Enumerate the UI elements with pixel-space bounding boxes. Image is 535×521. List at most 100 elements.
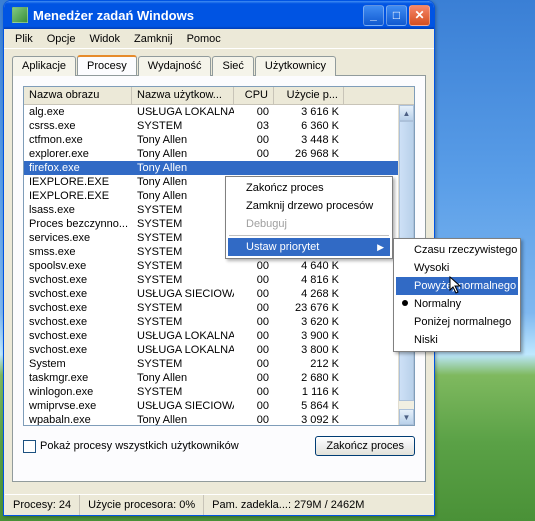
cell-user: Tony Allen <box>132 147 234 161</box>
col-user[interactable]: Nazwa użytkow... <box>132 87 234 104</box>
close-button[interactable]: ✕ <box>409 5 430 26</box>
prio-normal[interactable]: Normalny <box>396 295 518 313</box>
cell-user: SYSTEM <box>132 315 234 329</box>
cell-user: SYSTEM <box>132 357 234 371</box>
table-row[interactable]: alg.exeUSŁUGA LOKALNA003 616 K <box>24 105 414 119</box>
table-row[interactable]: ctfmon.exeTony Allen003 448 K <box>24 133 414 147</box>
cell-name: taskmgr.exe <box>24 371 132 385</box>
cell-user: Tony Allen <box>132 161 234 175</box>
table-row[interactable]: winlogon.exeSYSTEM001 116 K <box>24 385 414 399</box>
cell-name: csrss.exe <box>24 119 132 133</box>
cell-user: Tony Allen <box>132 133 234 147</box>
cell-name: spoolsv.exe <box>24 259 132 273</box>
cell-user: SYSTEM <box>132 385 234 399</box>
scroll-up-button[interactable]: ▲ <box>399 105 414 121</box>
table-row[interactable]: svchost.exeUSŁUGA LOKALNA003 800 K <box>24 343 414 357</box>
cell-cpu: 00 <box>234 105 274 119</box>
cell-name: svchost.exe <box>24 273 132 287</box>
cell-name: wpabaln.exe <box>24 413 132 426</box>
app-icon <box>12 7 28 23</box>
cell-mem: 212 K <box>274 357 344 371</box>
table-row[interactable]: firefox.exeTony Allen <box>24 161 414 175</box>
window-title: Menedżer zadań Windows <box>33 8 361 23</box>
menu-file[interactable]: Plik <box>8 31 40 47</box>
maximize-button[interactable]: □ <box>386 5 407 26</box>
tab-applications[interactable]: Aplikacje <box>12 56 76 76</box>
col-cpu[interactable]: CPU <box>234 87 274 104</box>
minimize-button[interactable]: _ <box>363 5 384 26</box>
cell-cpu: 00 <box>234 399 274 413</box>
table-row[interactable]: SystemSYSTEM00212 K <box>24 357 414 371</box>
col-image-name[interactable]: Nazwa obrazu <box>24 87 132 104</box>
cell-mem: 3 620 K <box>274 315 344 329</box>
menu-view[interactable]: Widok <box>82 31 127 47</box>
prio-high[interactable]: Wysoki <box>396 259 518 277</box>
show-all-users-label: Pokaż procesy wszystkich użytkowników <box>40 440 239 452</box>
table-row[interactable]: svchost.exeUSŁUGA LOKALNA003 900 K <box>24 329 414 343</box>
cell-user: Tony Allen <box>132 175 234 189</box>
table-row[interactable]: svchost.exeSYSTEM0023 676 K <box>24 301 414 315</box>
show-all-users-row[interactable]: Pokaż procesy wszystkich użytkowników <box>23 440 239 453</box>
cell-name: alg.exe <box>24 105 132 119</box>
menu-help[interactable]: Pomoc <box>180 31 228 47</box>
titlebar[interactable]: Menedżer zadań Windows _ □ ✕ <box>4 1 434 29</box>
cell-user: Tony Allen <box>132 189 234 203</box>
scroll-down-button[interactable]: ▼ <box>399 409 414 425</box>
cell-cpu: 00 <box>234 301 274 315</box>
prio-realtime[interactable]: Czasu rzeczywistego <box>396 241 518 259</box>
table-row[interactable]: svchost.exeUSŁUGA SIECIOWA004 268 K <box>24 287 414 301</box>
cell-cpu: 00 <box>234 329 274 343</box>
table-row[interactable]: svchost.exeSYSTEM004 816 K <box>24 273 414 287</box>
cell-name: ctfmon.exe <box>24 133 132 147</box>
cell-name: svchost.exe <box>24 315 132 329</box>
cell-name: svchost.exe <box>24 287 132 301</box>
end-process-button[interactable]: Zakończ proces <box>315 436 415 456</box>
cell-name: explorer.exe <box>24 147 132 161</box>
cell-user: Tony Allen <box>132 413 234 426</box>
cell-mem: 4 816 K <box>274 273 344 287</box>
cell-user: SYSTEM <box>132 301 234 315</box>
menu-options[interactable]: Opcje <box>40 31 83 47</box>
tab-network[interactable]: Sieć <box>212 56 253 76</box>
cell-cpu: 00 <box>234 343 274 357</box>
cell-cpu <box>234 161 274 175</box>
cell-name: IEXPLORE.EXE <box>24 189 132 203</box>
cell-user: Tony Allen <box>132 371 234 385</box>
cell-cpu: 00 <box>234 287 274 301</box>
ctx-set-priority[interactable]: Ustaw priorytet ▶ <box>228 238 390 256</box>
prio-below-normal[interactable]: Poniżej normalnego <box>396 313 518 331</box>
prio-low[interactable]: Niski <box>396 331 518 349</box>
tab-performance[interactable]: Wydajność <box>138 56 212 76</box>
cell-user: SYSTEM <box>132 203 234 217</box>
table-row[interactable]: svchost.exeSYSTEM003 620 K <box>24 315 414 329</box>
cell-user: USŁUGA LOKALNA <box>132 329 234 343</box>
ctx-end-process[interactable]: Zakończ proces <box>228 179 390 197</box>
show-all-users-checkbox[interactable] <box>23 440 36 453</box>
table-row[interactable]: taskmgr.exeTony Allen002 680 K <box>24 371 414 385</box>
prio-above-normal[interactable]: Powyżej normalnego <box>396 277 518 295</box>
cell-cpu: 00 <box>234 273 274 287</box>
tab-users[interactable]: Użytkownicy <box>255 56 336 76</box>
cell-cpu: 00 <box>234 315 274 329</box>
cell-name: svchost.exe <box>24 329 132 343</box>
cell-mem: 3 616 K <box>274 105 344 119</box>
ctx-separator <box>229 235 389 236</box>
table-row[interactable]: wpabaln.exeTony Allen003 092 K <box>24 413 414 426</box>
statusbar: Procesy: 24 Użycie procesora: 0% Pam. za… <box>5 494 433 515</box>
cell-mem: 26 968 K <box>274 147 344 161</box>
ctx-end-tree[interactable]: Zamknij drzewo procesów <box>228 197 390 215</box>
col-mem[interactable]: Użycie p... <box>274 87 344 104</box>
cell-name: lsass.exe <box>24 203 132 217</box>
cell-mem: 23 676 K <box>274 301 344 315</box>
tab-processes[interactable]: Procesy <box>77 55 137 75</box>
menu-close[interactable]: Zamknij <box>127 31 180 47</box>
table-row[interactable]: explorer.exeTony Allen0026 968 K <box>24 147 414 161</box>
cell-mem: 3 092 K <box>274 413 344 426</box>
cell-cpu: 03 <box>234 119 274 133</box>
cell-mem: 6 360 K <box>274 119 344 133</box>
process-context-menu: Zakończ proces Zamknij drzewo procesów D… <box>225 176 393 259</box>
table-row[interactable]: wmiprvse.exeUSŁUGA SIECIOWA005 864 K <box>24 399 414 413</box>
table-row[interactable]: csrss.exeSYSTEM036 360 K <box>24 119 414 133</box>
table-row[interactable]: spoolsv.exeSYSTEM004 640 K <box>24 259 414 273</box>
cell-cpu: 00 <box>234 357 274 371</box>
